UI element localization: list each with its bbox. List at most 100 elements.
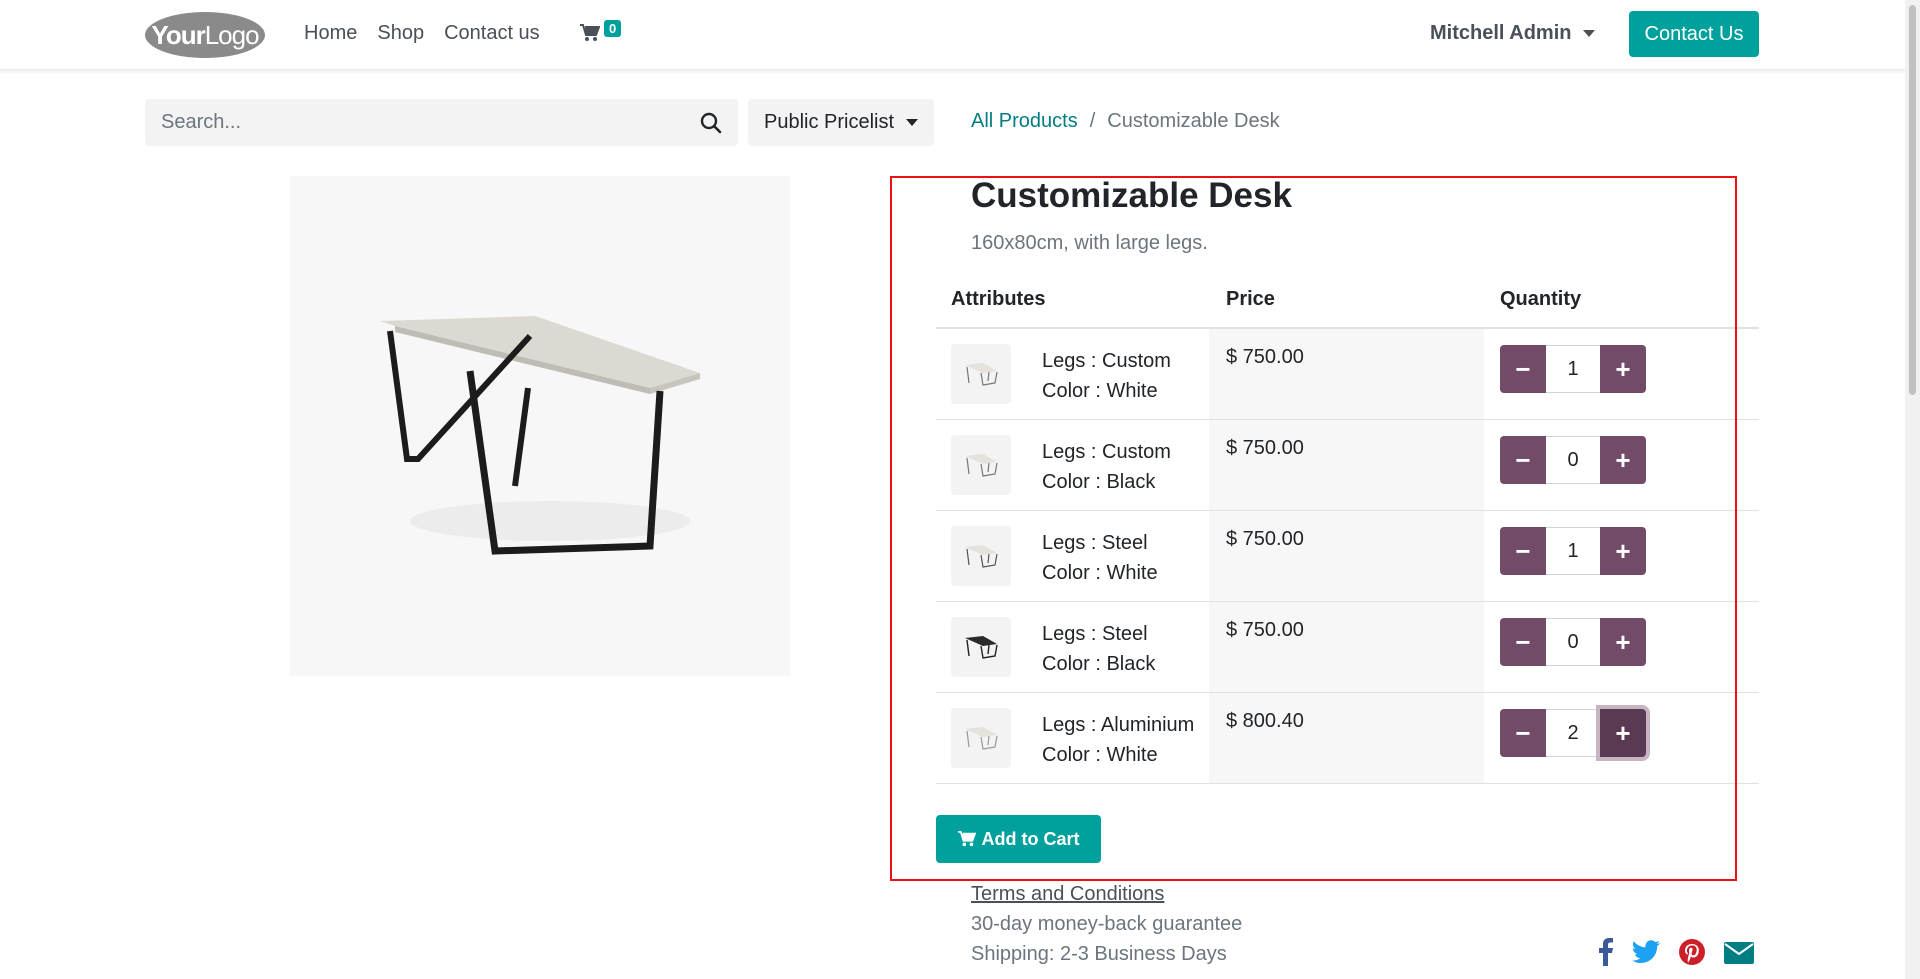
variant-attributes: Legs : Steel Color : Black <box>1042 619 1155 679</box>
quantity-input[interactable] <box>1546 709 1600 757</box>
top-navbar: Your Logo Home Shop Contact us 0 Mitchell… <box>0 0 1905 70</box>
add-to-cart-button[interactable]: Add to Cart <box>936 815 1101 863</box>
minus-button[interactable]: − <box>1500 436 1546 484</box>
plus-button[interactable]: + <box>1600 436 1646 484</box>
minus-button[interactable]: − <box>1500 709 1546 757</box>
variant-price: $ 750.00 <box>1226 437 1304 459</box>
price-cell-bg <box>1209 329 1484 419</box>
variant-thumbnail <box>951 617 1011 677</box>
table-row: Legs : Steel Color : Black $ 750.00 − + <box>936 602 1759 693</box>
plus-icon: + <box>1615 353 1631 384</box>
nav-shop[interactable]: Shop <box>377 22 424 45</box>
plus-icon: + <box>1615 444 1631 475</box>
plus-icon: + <box>1615 626 1631 657</box>
price-cell-bg <box>1209 420 1484 510</box>
facebook-icon[interactable] <box>1598 938 1614 966</box>
quantity-input[interactable] <box>1546 345 1600 393</box>
plus-icon: + <box>1615 717 1631 748</box>
variant-price: $ 800.40 <box>1226 710 1304 732</box>
variant-color: Color : Black <box>1042 471 1156 493</box>
plus-button[interactable]: + <box>1600 345 1646 393</box>
table-row: Legs : Custom Color : White $ 750.00 − + <box>936 329 1759 420</box>
user-name: Mitchell Admin <box>1430 22 1572 44</box>
quantity-stepper: − + <box>1500 709 1650 757</box>
table-header: Attributes Price Quantity <box>936 278 1759 329</box>
price-cell-bg <box>1209 693 1484 783</box>
breadcrumb-all-products[interactable]: All Products <box>971 110 1078 133</box>
breadcrumb: All Products / Customizable Desk <box>971 110 1280 133</box>
product-image <box>290 176 790 676</box>
quantity-stepper: − + <box>1500 527 1650 575</box>
variant-thumbnail <box>951 344 1011 404</box>
quantity-stepper: − + <box>1500 345 1650 393</box>
header-price: Price <box>1226 288 1275 310</box>
shopping-cart-icon <box>957 831 976 847</box>
variant-thumbnail <box>951 435 1011 495</box>
page-scrollbar[interactable] <box>1905 0 1920 979</box>
plus-icon: + <box>1615 535 1631 566</box>
breadcrumb-current: Customizable Desk <box>1107 110 1280 132</box>
variant-color: Color : White <box>1042 744 1158 766</box>
plus-button[interactable]: + <box>1600 709 1646 757</box>
variant-price: $ 750.00 <box>1226 346 1304 368</box>
price-cell-bg <box>1209 511 1484 601</box>
email-icon[interactable] <box>1724 940 1754 964</box>
minus-button[interactable]: − <box>1500 527 1546 575</box>
add-to-cart-label: Add to Cart <box>981 828 1080 849</box>
chevron-down-icon <box>1583 30 1596 37</box>
variant-legs: Legs : Aluminium <box>1042 714 1195 736</box>
logo-text-bold: Your <box>151 19 205 50</box>
cart-link[interactable]: 0 <box>580 20 630 50</box>
user-menu[interactable]: Mitchell Admin <box>1430 22 1596 45</box>
pricelist-label: Public Pricelist <box>764 111 895 133</box>
contact-us-button[interactable]: Contact Us <box>1629 11 1759 57</box>
minus-icon: − <box>1515 353 1531 384</box>
terms-link[interactable]: Terms and Conditions <box>971 883 1164 906</box>
search-input[interactable] <box>145 99 685 146</box>
logo[interactable]: Your Logo <box>145 12 265 58</box>
minus-icon: − <box>1515 535 1531 566</box>
quantity-input[interactable] <box>1546 527 1600 575</box>
price-cell-bg <box>1209 602 1484 692</box>
variant-legs: Legs : Custom <box>1042 350 1171 372</box>
table-row: Legs : Aluminium Color : White $ 800.40 … <box>936 693 1759 784</box>
plus-button[interactable]: + <box>1600 618 1646 666</box>
social-share <box>1598 938 1754 966</box>
variant-legs: Legs : Custom <box>1042 441 1171 463</box>
variant-color: Color : Black <box>1042 653 1156 675</box>
variant-price: $ 750.00 <box>1226 619 1304 641</box>
table-row: Legs : Steel Color : White $ 750.00 − + <box>936 511 1759 602</box>
quantity-stepper: − + <box>1500 618 1650 666</box>
minus-icon: − <box>1515 626 1531 657</box>
twitter-icon[interactable] <box>1632 940 1660 964</box>
quantity-input[interactable] <box>1546 618 1600 666</box>
nav-home[interactable]: Home <box>304 22 357 45</box>
cart-count-badge: 0 <box>604 20 622 37</box>
minus-icon: − <box>1515 444 1531 475</box>
variant-thumbnail <box>951 526 1011 586</box>
pinterest-icon[interactable] <box>1678 938 1706 966</box>
scrollbar-thumb[interactable] <box>1909 5 1916 395</box>
pricelist-dropdown[interactable]: Public Pricelist <box>748 99 934 146</box>
breadcrumb-separator: / <box>1089 110 1096 132</box>
main-nav: Home Shop Contact us <box>304 22 540 45</box>
plus-button[interactable]: + <box>1600 527 1646 575</box>
variant-legs: Legs : Steel <box>1042 532 1148 554</box>
variant-thumbnail <box>951 708 1011 768</box>
chevron-down-icon <box>906 119 919 126</box>
guarantee-text: 30-day money-back guarantee <box>971 913 1243 935</box>
shipping-text: Shipping: 2-3 Business Days <box>971 943 1227 965</box>
search-bar <box>145 99 738 146</box>
minus-icon: − <box>1515 717 1531 748</box>
header-quantity: Quantity <box>1500 288 1582 310</box>
variant-attributes: Legs : Custom Color : Black <box>1042 437 1171 497</box>
minus-button[interactable]: − <box>1500 345 1546 393</box>
variant-attributes: Legs : Custom Color : White <box>1042 346 1171 406</box>
minus-button[interactable]: − <box>1500 618 1546 666</box>
product-title: Customizable Desk <box>971 176 1292 215</box>
variant-attributes: Legs : Aluminium Color : White <box>1042 710 1194 770</box>
search-icon[interactable] <box>700 112 722 134</box>
quantity-input[interactable] <box>1546 436 1600 484</box>
variant-color: Color : White <box>1042 562 1158 584</box>
nav-contact-us[interactable]: Contact us <box>444 22 540 45</box>
